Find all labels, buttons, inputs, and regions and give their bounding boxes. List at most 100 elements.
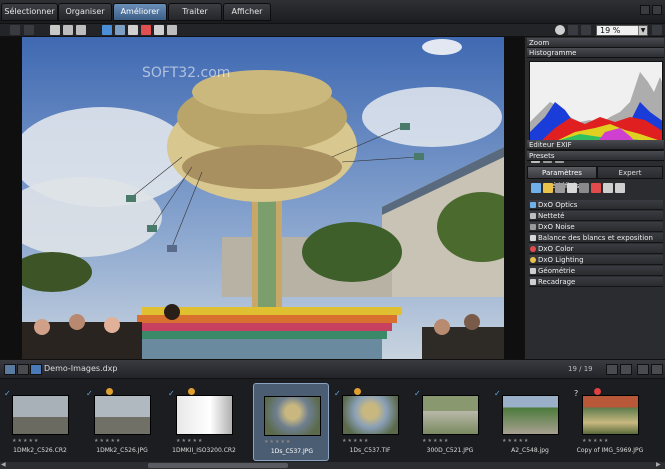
grid-view-icon[interactable] <box>606 364 618 375</box>
tab-expert[interactable]: Expert <box>597 166 663 179</box>
palette-item-geometry[interactable]: Géométrie <box>529 266 663 276</box>
thumbnail-selected[interactable]: ★★★★★ 1Ds_C537.JPG <box>253 383 329 461</box>
image-count: 19 / 19 <box>568 365 593 373</box>
palette-item-label: Géométrie <box>538 267 576 275</box>
hand-icon[interactable] <box>63 25 73 35</box>
rating-stars[interactable]: ★★★★★ <box>502 438 529 444</box>
tab-organize[interactable]: Organiser <box>58 3 112 21</box>
split-view-icon[interactable] <box>115 25 125 35</box>
balance-icon[interactable] <box>567 183 577 193</box>
tab-enhance[interactable]: Améliorer <box>113 3 167 21</box>
thumbnail[interactable]: ✓ ★★★★★ A2_C548.jpg <box>492 383 568 461</box>
close-icon[interactable] <box>652 5 662 15</box>
palette-item-label: DxO Lighting <box>538 256 584 264</box>
filmstrip-header: Demo-Images.dxp 19 / 19 <box>0 359 665 379</box>
app-window: Sélectionner Organiser Améliorer Traiter… <box>0 0 665 469</box>
thumbnail-caption: A2_C548.jpg <box>511 447 549 454</box>
thumbnail-caption: 1DMk2_C526.JPG <box>96 447 148 454</box>
thumbnail[interactable]: ✓ ★★★★★ 1DMKII_ISO3200.CR2 <box>166 383 242 461</box>
thumbnail[interactable]: ✓ ★★★★★ 1DMk2_C526.JPG <box>84 383 160 461</box>
chevron-down-icon: ▼ <box>638 26 647 35</box>
palette-item-crop[interactable]: Recadrage <box>529 277 663 287</box>
compare-icon[interactable] <box>102 25 112 35</box>
settings-palette: Zoom Histogramme Editeur EXIF Presets Pa… <box>524 37 665 359</box>
rating-stars[interactable]: ★★★★★ <box>264 439 291 445</box>
optics-icon[interactable] <box>531 183 541 193</box>
geometry-icon <box>530 268 536 274</box>
optics-icon <box>530 202 536 208</box>
rating-stars[interactable]: ★★★★★ <box>582 438 609 444</box>
tab-display[interactable]: Afficher <box>223 3 271 21</box>
palette-item-sharpness[interactable]: Netteté <box>529 211 663 221</box>
palette-item-optics[interactable]: DxO Optics <box>529 200 663 210</box>
minimize-icon[interactable] <box>640 5 650 15</box>
palette-item-label: DxO Noise <box>538 223 575 231</box>
tab-presets[interactable]: Paramètres prédéfinis <box>527 166 597 190</box>
rating-stars[interactable]: ★★★★★ <box>422 438 449 444</box>
zoom-select[interactable]: 19 % ▼ <box>596 25 648 36</box>
thumbnail-image <box>342 395 399 435</box>
scrollbar-thumb[interactable] <box>148 463 288 468</box>
preview-image: SOFT32.com <box>22 37 504 359</box>
thumbnail[interactable]: ✓ ★★★★★ 1DMk2_C526.CR2 <box>2 383 78 461</box>
warning-icon <box>188 388 195 395</box>
crop-tool-icon[interactable] <box>167 25 177 35</box>
presets-panel-header[interactable]: Presets <box>527 151 664 161</box>
info-icon[interactable] <box>555 25 565 35</box>
tab-process[interactable]: Traiter <box>168 3 222 21</box>
rating-stars[interactable]: ★★★★★ <box>94 438 121 444</box>
rating-stars[interactable]: ★★★★★ <box>342 438 369 444</box>
zoom-panel-header[interactable]: Zoom <box>527 38 664 48</box>
palette-item-white-balance[interactable]: Balance des blancs et exposition <box>529 233 663 243</box>
crop-icon[interactable] <box>615 183 625 193</box>
palette-item-label: DxO Optics <box>538 201 578 209</box>
lighting-icon <box>530 257 536 263</box>
filmstrip-view-icon[interactable] <box>637 364 649 375</box>
rating-stars[interactable]: ★★★★★ <box>176 438 203 444</box>
fit-icon[interactable] <box>568 25 578 35</box>
palette-item-color[interactable]: DxO Color <box>529 244 663 254</box>
checkmark-icon: ✓ <box>86 389 93 398</box>
pointer-icon[interactable] <box>50 25 60 35</box>
list-view-icon[interactable] <box>620 364 632 375</box>
folder-icon[interactable] <box>17 364 29 375</box>
thumbnail[interactable]: ✓ ★★★★★ 300D_C521.JPG <box>412 383 488 461</box>
palette-item-label: Balance des blancs et exposition <box>538 234 653 242</box>
warning-icon <box>354 388 361 395</box>
thumbnail[interactable]: ✓ ★★★★★ 1Ds_C537.TIF <box>332 383 408 461</box>
scroll-left-icon[interactable]: ◀ <box>1 461 6 468</box>
straighten-icon[interactable] <box>154 25 164 35</box>
color-icon[interactable] <box>141 25 151 35</box>
color-icon[interactable] <box>591 183 601 193</box>
palette-item-label: DxO Color <box>538 245 574 253</box>
thumbnail-caption: 1Ds_C537.TIF <box>349 447 391 454</box>
lighting-icon[interactable] <box>543 183 553 193</box>
project-icon[interactable] <box>4 364 16 375</box>
thumbnail[interactable]: ? ★★★★★ Copy of IMG_5969.JPG <box>572 383 648 461</box>
expand-icon[interactable] <box>651 364 663 375</box>
palette-item-noise[interactable]: DxO Noise <box>529 222 663 232</box>
tab-select[interactable]: Sélectionner <box>1 3 58 21</box>
scroll-right-icon[interactable]: ▶ <box>656 461 661 468</box>
exif-panel-header[interactable]: Editeur EXIF <box>527 140 664 150</box>
thumbnail-caption: 1DMKII_ISO3200.CR2 <box>172 447 236 454</box>
contrast-icon[interactable] <box>579 183 589 193</box>
next-icon[interactable] <box>24 25 34 35</box>
palette-item-lighting[interactable]: DxO Lighting <box>529 255 663 265</box>
checkmark-icon: ✓ <box>494 389 501 398</box>
histogram-panel-header[interactable]: Histogramme <box>527 48 664 58</box>
rating-stars[interactable]: ★★★★★ <box>12 438 39 444</box>
fullscreen-icon[interactable] <box>652 25 662 35</box>
geometry-icon[interactable] <box>603 183 613 193</box>
image-viewer[interactable]: SOFT32.com <box>0 37 524 359</box>
thumbnail-image <box>502 395 559 435</box>
previous-icon[interactable] <box>10 25 20 35</box>
picker-icon[interactable] <box>128 25 138 35</box>
warning-icon <box>106 388 113 395</box>
zoom-tool-icon[interactable] <box>76 25 86 35</box>
save-icon[interactable] <box>30 364 42 375</box>
thumbnail-caption: 1DMk2_C526.CR2 <box>13 447 67 454</box>
filmstrip-scrollbar[interactable]: ◀ ▶ <box>0 461 665 469</box>
actual-size-icon[interactable] <box>581 25 591 35</box>
noise-icon[interactable] <box>555 183 565 193</box>
